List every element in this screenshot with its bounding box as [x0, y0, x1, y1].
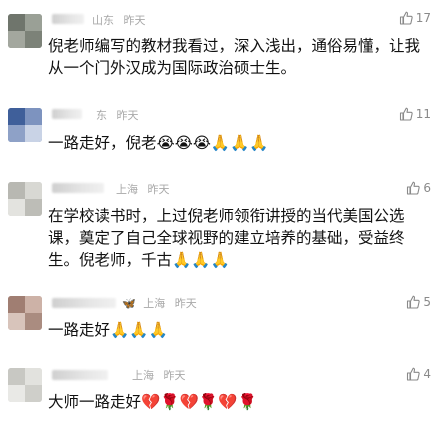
comment-item: 上海 昨天 6 在学校读书时，上过倪老师领衔讲授的当代美国公选课，奠定了自己全球…	[0, 172, 441, 282]
username[interactable]	[52, 183, 104, 193]
comment-meta: 上海 昨天	[116, 181, 170, 197]
comment-meta: 东 昨天	[96, 107, 139, 123]
avatar[interactable]	[8, 14, 42, 48]
comment-item: 东 昨天 11 一路走好，倪老😭😭😭🙏🙏🙏	[0, 98, 441, 164]
like-count: 5	[423, 295, 431, 309]
comment-time: 昨天	[116, 109, 139, 122]
thumb-up-icon	[407, 295, 421, 309]
comment-meta: 上海 昨天	[132, 367, 186, 383]
comment-text: 大师一路走好💔🌹💔🌹💔🌹	[48, 393, 257, 411]
like-count: 6	[423, 181, 431, 195]
comment-time: 昨天	[123, 14, 146, 27]
avatar[interactable]	[8, 182, 42, 216]
avatar[interactable]	[8, 368, 42, 402]
comment-item: 上海 昨天 4 大师一路走好💔🌹💔🌹💔🌹	[0, 360, 441, 424]
comment-meta: 🦋 上海 昨天	[122, 295, 197, 311]
like-count: 17	[415, 11, 431, 25]
comment-time: 昨天	[174, 297, 197, 310]
username[interactable]	[52, 109, 82, 119]
comment-time: 昨天	[163, 369, 186, 382]
comment-text: 在学校读书时，上过倪老师领衔讲授的当代美国公选课，奠定了自己全球视野的建立培养的…	[48, 207, 405, 269]
like-button[interactable]: 4	[406, 367, 431, 381]
thumb-up-icon	[399, 107, 413, 121]
comment-text: 一路走好🙏🙏🙏	[48, 321, 168, 339]
avatar[interactable]	[8, 108, 42, 142]
username[interactable]	[52, 370, 108, 380]
comment-location: 上海	[116, 183, 138, 196]
comment-item: 🦋 上海 昨天 5 一路走好🙏🙏🙏	[0, 288, 441, 354]
comment-location: 上海	[132, 369, 154, 382]
thumb-up-icon	[399, 11, 413, 25]
comment-location: 山东	[92, 14, 114, 27]
comment-text: 倪老师编写的教材我看过，深入浅出，通俗易懂，让我从一个门外汉成为国际政治硕士生。	[48, 37, 421, 77]
like-button[interactable]: 5	[406, 295, 431, 309]
avatar[interactable]	[8, 296, 42, 330]
thumb-up-icon	[407, 181, 421, 195]
username[interactable]	[52, 14, 84, 24]
like-button[interactable]: 17	[399, 11, 431, 25]
comment-text: 一路走好，倪老😭😭😭🙏🙏🙏	[48, 134, 269, 152]
comment-meta: 山东 昨天	[92, 12, 146, 28]
comment-time: 昨天	[147, 183, 170, 196]
thumb-up-icon	[407, 367, 421, 381]
comment-item: 山东 昨天 17 倪老师编写的教材我看过，深入浅出，通俗易懂，让我从一个门外汉成…	[0, 0, 441, 90]
like-button[interactable]: 6	[406, 181, 431, 195]
like-count: 11	[415, 107, 431, 121]
comment-location: 上海	[143, 297, 166, 310]
username[interactable]	[52, 298, 116, 308]
like-button[interactable]: 11	[399, 107, 431, 121]
name-badge: 🦋	[122, 297, 136, 310]
comment-location: 东	[96, 109, 107, 122]
like-count: 4	[423, 367, 431, 381]
